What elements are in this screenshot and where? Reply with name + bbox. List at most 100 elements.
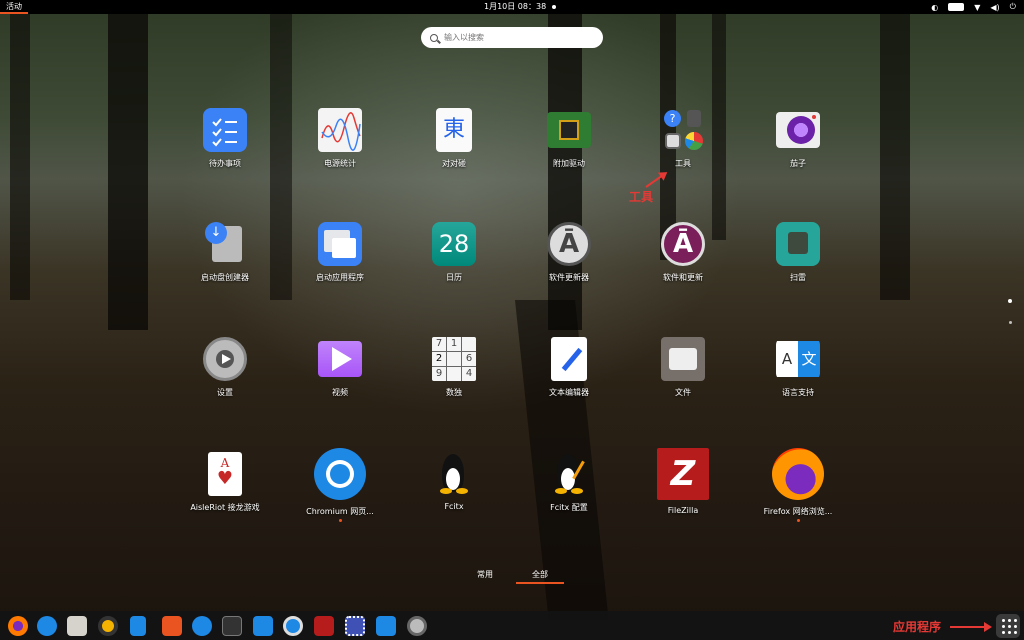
search-icon [430,33,438,42]
annotation-arrow-icon [950,622,992,632]
mahjongg-tile-icon: 東 [436,108,472,152]
video-play-icon [318,341,362,377]
app-software-properties[interactable]: Ā 软件和更新 [628,222,738,283]
power-icon[interactable]: ⏻ [1010,2,1016,12]
app-label: 数独 [446,388,462,397]
app-mahjongg[interactable]: 東 对对碰 [399,108,509,169]
settings-dock-icon[interactable] [407,616,427,636]
sudoku-cell: 4 [462,367,476,381]
app-label: 语言支持 [782,388,814,397]
app-files[interactable]: 文件 [628,337,738,398]
thunderbird-dock-icon[interactable] [37,616,57,636]
usb-drive-icon: ↓ [203,222,247,266]
chromium-dock-icon[interactable] [283,616,303,636]
help-dock-icon[interactable] [192,616,212,636]
files-dock-icon[interactable] [67,616,87,636]
app-power-statistics[interactable]: 电源统计 [285,108,395,169]
view-all-tab[interactable]: 全部 [516,569,564,584]
terminal-dock-icon[interactable] [222,616,242,636]
app-label: 软件和更新 [663,273,703,282]
app-settings[interactable]: 设置 [170,337,280,398]
rhythmbox-dock-icon[interactable] [98,616,118,636]
app-chromium[interactable]: Chromium 网页... [285,448,395,522]
page-indicator[interactable] [1008,321,1012,324]
sudoku-cell: 7 [432,337,446,351]
writer-dock-icon[interactable] [130,616,146,636]
app-fcitx[interactable]: Fcitx [399,452,509,511]
app-label: 文本编辑器 [549,388,589,397]
app-cheese[interactable]: 茄子 [743,108,853,169]
filezilla-icon: Z [657,448,709,500]
sudoku-cell: 2 [432,352,446,366]
app-label: 待办事项 [209,159,241,168]
app-startup-applications[interactable]: 启动应用程序 [285,222,395,283]
screenshot-dock-icon[interactable] [345,616,365,636]
search-box[interactable] [421,27,603,48]
app-fcitx-config[interactable]: Fcitx 配置 [514,452,624,513]
app-additional-drivers[interactable]: 附加驱动 [514,108,624,169]
app-language-support[interactable]: A 文 语言支持 [743,337,853,398]
startup-applications-icon [318,222,362,266]
view-frequent-tab[interactable]: 常用 [477,569,493,580]
tree-trunk [880,0,910,300]
app-label: 视频 [332,388,348,397]
app-software-updater[interactable]: Ā 软件更新器 [514,222,624,283]
app-label: 启动盘创建器 [201,273,249,282]
tree-trunk [10,0,30,300]
sudoku-cell [447,367,461,381]
sudoku-cell [447,352,461,366]
software-dock-icon[interactable] [162,616,182,636]
tree-trunk [108,0,148,330]
grid-dot-icon [1014,625,1017,628]
volume-icon[interactable]: ◀) [990,3,999,12]
app-label: 电源统计 [324,159,356,168]
vscode-dock-icon[interactable] [253,616,273,636]
filezilla-dock-icon[interactable] [314,616,334,636]
sudoku-grid-icon: 7 1 2 6 9 4 [432,337,476,381]
todo-icon [203,108,247,152]
app-label: Firefox 网络浏览... [763,507,833,516]
app-startup-disk-creator[interactable]: ↓ 启动盘创建器 [170,222,280,283]
app-text-editor[interactable]: 文本编辑器 [514,337,624,398]
camera-icon [776,112,820,148]
activities-button[interactable]: 活动 [0,0,28,14]
app-folder-tools[interactable]: ? 工具 [628,108,738,169]
search-input[interactable] [444,33,584,42]
app-firefox[interactable]: Firefox 网络浏览... [743,448,853,522]
tux-penguin-config-icon [547,452,591,496]
page-indicator-active[interactable] [1008,299,1012,303]
network-icon[interactable]: ▼ [974,3,980,12]
calendar-icon: 28 [432,222,476,266]
app-label: 文件 [675,388,691,397]
clock[interactable]: 1月10日 08：38 [484,0,557,14]
accessibility-icon[interactable]: ◐ [931,3,938,12]
app-sudoku[interactable]: 7 1 2 6 9 4 数独 [399,337,509,398]
app-filezilla[interactable]: Z FileZilla [628,448,738,515]
sudoku-cell [462,337,476,351]
grid-dot-icon [1002,619,1005,622]
annotation-apps-label: 应用程序 [893,620,942,634]
keyboard-layout-icon[interactable] [948,3,965,11]
chromium-icon [314,448,366,500]
grid-dot-icon [1014,619,1017,622]
language-support-icon: A 文 [776,337,820,381]
app-todo[interactable]: 待办事项 [170,108,280,169]
show-applications-button[interactable] [996,614,1020,638]
grid-dot-icon [1008,619,1011,622]
text-editor-pencil-icon [551,337,587,381]
app-videos[interactable]: 视频 [285,337,395,398]
app-label: 软件更新器 [549,273,589,282]
app-calendar[interactable]: 28 日历 [399,222,509,283]
app-label: Fcitx 配置 [550,503,588,512]
language-dock-icon[interactable] [376,616,396,636]
app-aisleriot[interactable]: A ♥ AisleRiot 接龙游戏 [170,452,280,513]
grid-dot-icon [1008,631,1011,634]
app-label: AisleRiot 接龙游戏 [190,503,260,512]
language-icon-han: 文 [798,341,820,377]
system-tray[interactable]: ◐ ▼ ◀) ⏻ [931,2,1016,12]
notification-dot-icon [552,5,557,9]
clock-text: 1月10日 08：38 [484,2,547,11]
grid-dot-icon [1002,631,1005,634]
app-mines[interactable]: 扫雷 [743,222,853,283]
firefox-dock-icon[interactable] [8,616,28,636]
